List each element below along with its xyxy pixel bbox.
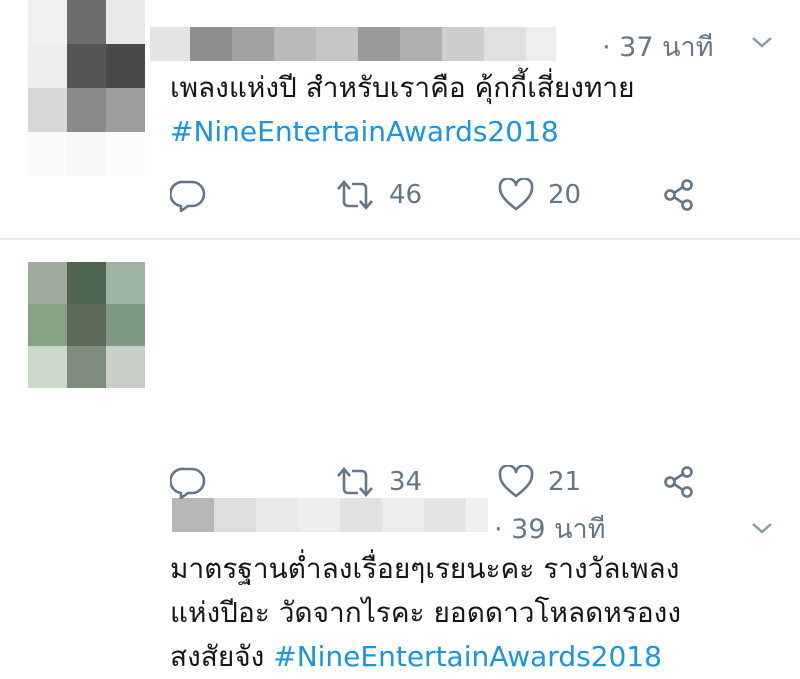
tweet-timestamp[interactable]: · 39 นาที: [494, 507, 606, 550]
tweet-text-line: เพลงแห่งปี สำหรับเราคือ คุ้กกี้เสี่ยงทาย: [170, 71, 635, 104]
tweet-text: มาตรฐานต่ำลงเรื่อยๆเรยนะคะ รางวัลเพลง แห…: [170, 547, 681, 679]
tweet-text: เพลงแห่งปี สำหรับเราคือ คุ้กกี้เสี่ยงทาย…: [170, 66, 635, 154]
reply-button[interactable]: [170, 465, 206, 499]
blurred-display-name[interactable]: [172, 498, 488, 532]
tweet-text-line: แห่งปีอะ วัดจากไรคะ ยอดดาวโหลดหรองง: [170, 596, 682, 629]
chevron-down-icon[interactable]: [750, 520, 774, 536]
like-button[interactable]: 21: [498, 465, 581, 499]
share-icon: [664, 466, 693, 498]
retweet-button[interactable]: 34: [335, 465, 422, 499]
retweet-count: 46: [389, 180, 423, 210]
hashtag-link[interactable]: #NineEntertainAwards2018: [170, 110, 635, 154]
tweet-timestamp[interactable]: · 37 นาที: [602, 25, 714, 68]
retweet-icon: [337, 467, 373, 497]
chevron-down-icon[interactable]: [750, 34, 774, 50]
like-button[interactable]: 20: [498, 178, 581, 212]
tweet-text-line: มาตรฐานต่ำลงเรื่อยๆเรยนะคะ รางวัลเพลง: [170, 552, 680, 585]
tweet[interactable]: · 37 นาที เพลงแห่งปี สำหรับเราคือ คุ้กกี…: [0, 0, 800, 238]
tweet[interactable]: · 39 นาที มาตรฐานต่ำลงเรื่อยๆเรยนะคะ ราง…: [0, 240, 800, 673]
reply-icon: [170, 180, 206, 212]
avatar[interactable]: [28, 0, 145, 176]
share-button[interactable]: [662, 465, 696, 499]
hashtag-link[interactable]: #NineEntertainAwards2018: [273, 640, 662, 673]
like-count: 20: [548, 180, 582, 210]
heart-icon: [498, 465, 534, 498]
tweet-text-segment: สงสัยจัง: [170, 640, 265, 673]
tweet-text-line: สงสัยจัง #NineEntertainAwards2018: [170, 635, 681, 679]
blurred-display-name[interactable]: [150, 27, 556, 61]
reply-button[interactable]: [170, 178, 206, 212]
retweet-icon: [337, 180, 373, 210]
heart-icon: [498, 178, 534, 211]
like-count: 21: [548, 467, 582, 497]
avatar[interactable]: [28, 262, 145, 388]
share-button[interactable]: [662, 178, 696, 212]
reply-icon: [170, 467, 206, 499]
retweet-count: 34: [389, 467, 423, 497]
retweet-button[interactable]: 46: [335, 178, 422, 212]
share-icon: [664, 179, 693, 211]
